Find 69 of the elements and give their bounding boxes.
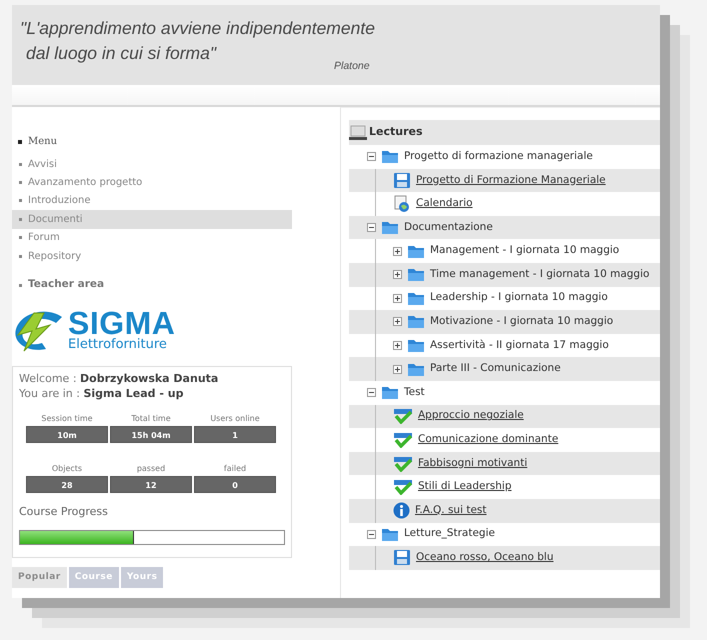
stat-label: Total time <box>130 413 172 426</box>
check-icon <box>393 479 413 496</box>
expand-icon[interactable] <box>393 364 402 374</box>
location-text: You are in : Sigma Lead - up <box>19 386 184 402</box>
stat-value: 10m <box>26 426 108 444</box>
floppy-icon <box>393 172 411 189</box>
menu-item[interactable]: Avanzamento progetto <box>12 173 292 192</box>
menu-item[interactable]: Forum <box>12 228 292 247</box>
stat-label: Users online <box>209 413 261 426</box>
expand-icon[interactable] <box>393 341 402 350</box>
check-icon <box>393 408 413 424</box>
stat-value: 15h 04m <box>110 426 192 444</box>
folder-icon <box>381 385 399 400</box>
stat-value: 0 <box>194 476 276 494</box>
folder-icon <box>381 220 399 236</box>
folder-icon <box>407 267 425 282</box>
stat-value: 12 <box>110 476 192 494</box>
globe-page-icon <box>393 195 411 212</box>
bullet-icon <box>19 284 22 287</box>
folder-label[interactable]: Letture_Strategie <box>404 526 495 542</box>
lecture-link[interactable]: Comunicazione dominante <box>418 432 558 448</box>
progress-label: Course Progress <box>19 504 109 520</box>
folder-label[interactable]: Assertività - II giornata 17 maggio <box>430 338 609 354</box>
quote-text: "L'apprendimento avviene indipendentemente <box>20 17 375 40</box>
expand-icon[interactable] <box>393 317 402 326</box>
folder-label[interactable]: Documentazione <box>404 220 493 236</box>
folder-label[interactable]: Test <box>404 384 425 401</box>
folder-label[interactable]: Progetto di formazione manageriale <box>404 148 593 165</box>
folder-icon <box>407 338 425 354</box>
lecture-link[interactable]: F.A.Q. sui test <box>415 502 487 519</box>
folder-label[interactable]: Leadership - I giornata 10 maggio <box>430 290 608 306</box>
section-title[interactable]: Teacher area <box>28 277 104 294</box>
menu-item[interactable]: Introduzione <box>12 192 292 210</box>
menu-item[interactable]: Avvisi <box>12 155 292 174</box>
stat-label: failed <box>222 463 248 476</box>
stat-value: 1 <box>194 426 276 444</box>
expand-icon[interactable] <box>393 294 402 303</box>
stat-label: Objects <box>50 463 84 476</box>
folder-icon <box>407 244 425 259</box>
folder-icon <box>407 314 425 330</box>
floppy-icon <box>393 549 411 566</box>
check-icon <box>393 432 413 448</box>
collapse-icon[interactable] <box>367 530 376 539</box>
logo-name: SIGMA <box>68 309 176 338</box>
quote-text: dal luogo in cui si forma" <box>25 42 216 65</box>
folder-icon <box>381 149 399 164</box>
folder-icon <box>381 526 399 542</box>
welcome-text: Welcome : Dobrzykowska Danuta <box>19 371 220 386</box>
stat-value: 28 <box>26 476 108 494</box>
lecture-link[interactable]: Calendario <box>416 196 473 212</box>
folder-icon <box>407 362 425 377</box>
folder-icon <box>407 290 425 306</box>
bullet-icon <box>18 140 22 144</box>
logo-subtitle: Elettroforniture <box>68 337 168 354</box>
menu-title: Menu <box>28 135 58 149</box>
collapse-icon[interactable] <box>367 388 376 398</box>
collapse-icon[interactable] <box>367 152 376 162</box>
stat-label: Session time <box>40 413 94 426</box>
check-icon <box>393 456 413 472</box>
menu-item[interactable]: Repository <box>12 246 292 266</box>
expand-icon[interactable] <box>393 246 402 256</box>
expand-icon[interactable] <box>393 270 402 280</box>
stat-label: passed <box>136 463 166 476</box>
panel-title: Lectures <box>369 124 423 140</box>
quote-author: Platone <box>334 59 370 74</box>
info-icon <box>393 502 410 520</box>
collapse-icon[interactable] <box>367 223 376 232</box>
folder-label[interactable]: Management - I giornata 10 maggio <box>430 243 620 260</box>
lecture-link[interactable]: Stili di Leadership <box>418 479 512 495</box>
